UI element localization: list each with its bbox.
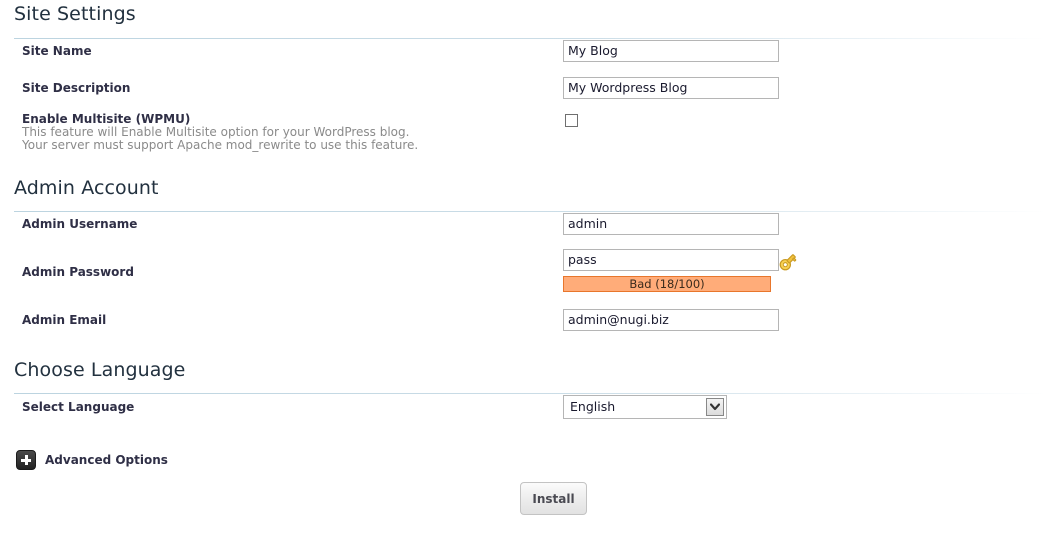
- section-heading-site-settings: Site Settings: [14, 3, 136, 25]
- chevron-down-icon[interactable]: [706, 398, 724, 416]
- label-enable-multisite: Enable Multisite (WPMU): [22, 112, 191, 126]
- section-divider-admin-account: [14, 211, 1046, 212]
- advanced-options-toggle[interactable]: Advanced Options: [16, 450, 168, 470]
- label-admin-username: Admin Username: [22, 217, 138, 231]
- label-select-language: Select Language: [22, 400, 135, 414]
- site-name-input[interactable]: [563, 40, 779, 62]
- section-heading-choose-language: Choose Language: [14, 359, 186, 381]
- label-site-name: Site Name: [22, 44, 92, 58]
- section-divider-choose-language: [14, 393, 1046, 394]
- admin-password-input[interactable]: [563, 249, 779, 271]
- select-language-dropdown[interactable]: English: [563, 395, 727, 419]
- label-admin-password: Admin Password: [22, 265, 134, 279]
- select-language-value: English: [570, 399, 616, 414]
- key-icon[interactable]: [776, 250, 800, 274]
- description-multisite-line1: This feature will Enable Multisite optio…: [22, 125, 410, 139]
- label-admin-email: Admin Email: [22, 313, 107, 327]
- section-divider-site-settings: [14, 38, 1046, 39]
- enable-multisite-checkbox[interactable]: [565, 114, 578, 127]
- admin-email-input[interactable]: [563, 309, 779, 331]
- site-description-input[interactable]: [563, 77, 779, 99]
- advanced-options-label: Advanced Options: [45, 453, 168, 467]
- install-button[interactable]: Install: [520, 482, 587, 515]
- description-multisite-line2: Your server must support Apache mod_rewr…: [22, 138, 419, 152]
- section-heading-admin-account: Admin Account: [14, 177, 159, 199]
- label-site-description: Site Description: [22, 81, 131, 95]
- plus-square-icon[interactable]: [16, 450, 36, 470]
- password-strength-bar: Bad (18/100): [563, 276, 771, 292]
- admin-username-input[interactable]: [563, 213, 779, 235]
